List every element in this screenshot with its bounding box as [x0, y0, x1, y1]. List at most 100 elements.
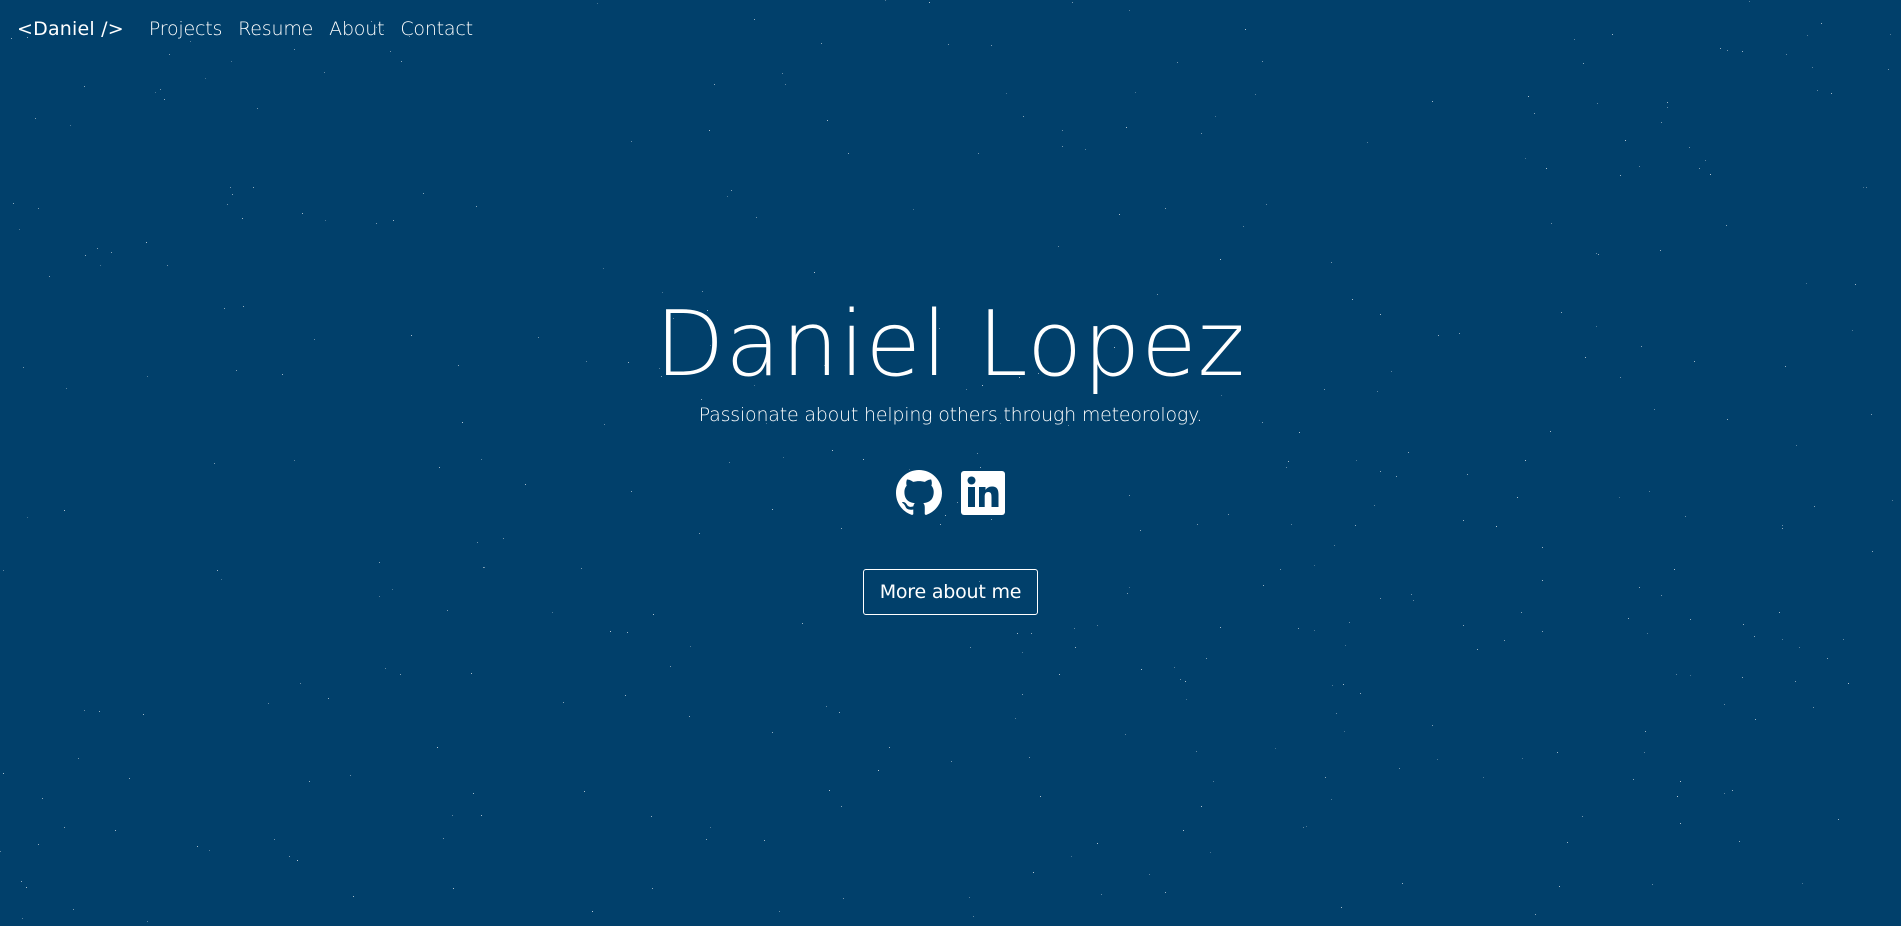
star-dot: [1033, 872, 1034, 873]
linkedin-link[interactable]: [960, 470, 1006, 516]
star-dot: [169, 54, 170, 55]
star-dot: [328, 698, 329, 699]
star-dot: [1567, 842, 1568, 843]
nav-link-projects[interactable]: Projects: [149, 18, 223, 40]
nav-link-resume[interactable]: Resume: [238, 18, 313, 40]
github-link[interactable]: [895, 470, 942, 516]
star-dot: [1029, 757, 1030, 758]
star-dot: [1165, 208, 1166, 209]
star-dot: [1023, 116, 1024, 117]
star-dot: [1612, 34, 1613, 35]
star-dot: [1031, 633, 1032, 634]
star-dot: [1813, 707, 1814, 708]
star-dot: [991, 45, 992, 46]
star-dot: [1215, 116, 1216, 117]
star-dot: [827, 120, 828, 121]
star-dot: [1101, 894, 1102, 895]
star-dot: [1314, 630, 1315, 631]
star-dot: [826, 706, 827, 707]
star-dot: [1866, 187, 1867, 188]
star-dot: [772, 732, 773, 733]
star-dot: [814, 272, 815, 273]
star-dot: [231, 61, 232, 62]
star-dot: [631, 141, 632, 142]
star-dot: [1535, 914, 1536, 915]
star-dot: [1817, 90, 1818, 91]
star-dot: [913, 209, 914, 210]
star-dot: [821, 43, 822, 44]
star-dot: [325, 220, 326, 221]
star-dot: [651, 816, 652, 817]
brand-logo-link[interactable]: <Daniel />: [17, 18, 124, 40]
star-dot: [889, 747, 890, 748]
nav-link-contact[interactable]: Contact: [400, 18, 473, 40]
star-dot: [1075, 647, 1076, 648]
star-dot: [481, 815, 482, 816]
star-dot: [1298, 628, 1299, 629]
star-dot: [35, 118, 36, 119]
star-dot: [1072, 2, 1073, 3]
star-dot: [1062, 130, 1063, 131]
star-dot: [652, 888, 653, 889]
star-dot: [1855, 284, 1856, 285]
star-dot: [1727, 50, 1728, 51]
hero-name: Daniel Lopez: [655, 292, 1246, 397]
star-dot: [1667, 102, 1668, 103]
star-dot: [1135, 92, 1136, 93]
star-dot: [1015, 718, 1016, 719]
star-dot: [597, 3, 598, 4]
star-dot: [160, 89, 161, 90]
nav-link-about[interactable]: About: [329, 18, 384, 40]
star-dot: [385, 668, 386, 669]
star-dot: [143, 714, 144, 715]
star-dot: [1125, 734, 1126, 735]
star-dot: [756, 217, 757, 218]
linkedin-icon: [960, 471, 1005, 515]
star-dot: [1639, 166, 1640, 167]
star-dot: [3, 773, 4, 774]
star-dot: [1183, 830, 1184, 831]
star-dot: [49, 276, 50, 277]
star-dot: [1220, 259, 1221, 260]
star-dot: [1743, 624, 1744, 625]
star-dot: [1559, 886, 1560, 887]
more-about-me-button[interactable]: More about me: [862, 569, 1039, 615]
star-dot: [1726, 225, 1727, 226]
star-dot: [1739, 841, 1740, 842]
star-dot: [1724, 704, 1725, 705]
star-dot: [146, 242, 147, 243]
star-dot: [84, 86, 85, 87]
star-dot: [73, 909, 74, 910]
star-dot: [167, 265, 168, 266]
star-dot: [1504, 640, 1505, 641]
star-dot: [1463, 625, 1464, 626]
star-dot: [1534, 113, 1535, 114]
star-dot: [1332, 685, 1333, 686]
star-dot: [1303, 827, 1304, 828]
star-dot: [1177, 62, 1178, 63]
star-dot: [423, 193, 424, 194]
star-dot: [690, 646, 691, 647]
star-dot: [21, 881, 22, 882]
star-dot: [1525, 158, 1526, 159]
star-dot: [710, 827, 711, 828]
star-dot: [843, 898, 844, 899]
star-dot: [1799, 647, 1800, 648]
star-dot: [1782, 639, 1783, 640]
star-dot: [841, 806, 842, 807]
star-dot: [164, 99, 165, 100]
star-dot: [443, 838, 444, 839]
star-dot: [1724, 793, 1725, 794]
star-dot: [1582, 816, 1583, 817]
star-dot: [1807, 35, 1808, 36]
star-dot: [1644, 752, 1645, 753]
star-dot: [1022, 652, 1023, 653]
star-dot: [1699, 168, 1700, 169]
star-dot: [1690, 675, 1691, 676]
star-dot: [1574, 39, 1575, 40]
star-dot: [1402, 883, 1403, 884]
star-dot: [706, 839, 707, 840]
star-dot: [1349, 622, 1350, 623]
star-dot: [1058, 246, 1059, 247]
star-dot: [1174, 667, 1175, 668]
